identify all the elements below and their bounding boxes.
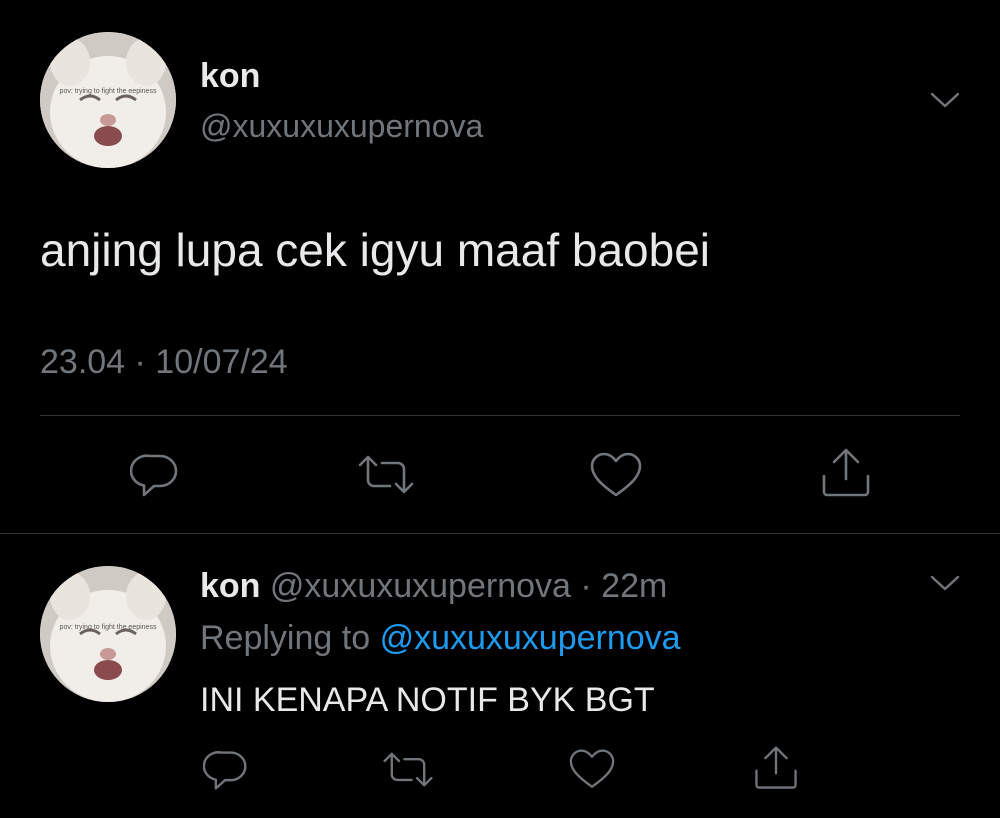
replying-to-label: Replying to [200, 619, 371, 657]
like-icon[interactable] [568, 748, 616, 792]
avatar[interactable]: pov: trying to fight the eepiness [40, 566, 176, 702]
share-icon[interactable] [752, 744, 800, 792]
tweet-text: anjing lupa cek igyu maaf baobei [40, 224, 711, 276]
cat-photo [40, 32, 176, 168]
tweet-text: INI KENAPA NOTIF BYK BGT [200, 681, 655, 719]
replying-to-handle[interactable]: @xuxuxuxupernova [380, 619, 681, 657]
author-name[interactable]: kon [200, 56, 260, 96]
avatar[interactable]: pov: trying to fight the eepiness [40, 32, 176, 168]
share-icon[interactable] [819, 446, 873, 500]
retweet-icon[interactable] [381, 747, 435, 793]
tweet-timestamp[interactable]: 23.04 · 10/07/24 [40, 340, 288, 384]
divider [40, 415, 960, 416]
avatar-caption: pov: trying to fight the eepiness [59, 624, 157, 631]
retweet-icon[interactable] [356, 450, 416, 500]
author-handle[interactable]: @xuxuxuxupernova [270, 567, 571, 605]
avatar-caption: pov: trying to fight the eepiness [59, 88, 157, 95]
reply-icon[interactable] [203, 747, 249, 793]
like-icon[interactable] [589, 451, 643, 501]
separator-dot: · [580, 567, 592, 605]
chevron-down-icon[interactable] [929, 90, 961, 110]
reply-icon[interactable] [130, 450, 180, 500]
reply-header: kon @xuxuxuxupernova · 22m [200, 564, 667, 608]
time-ago[interactable]: 22m [601, 567, 667, 605]
replying-to: Replying to @xuxuxuxupernova [200, 616, 681, 660]
author-name[interactable]: kon [200, 567, 260, 605]
divider [0, 533, 1000, 534]
chevron-down-icon[interactable] [929, 573, 961, 593]
author-handle[interactable]: @xuxuxuxupernova [200, 106, 483, 146]
cat-photo [40, 566, 176, 702]
